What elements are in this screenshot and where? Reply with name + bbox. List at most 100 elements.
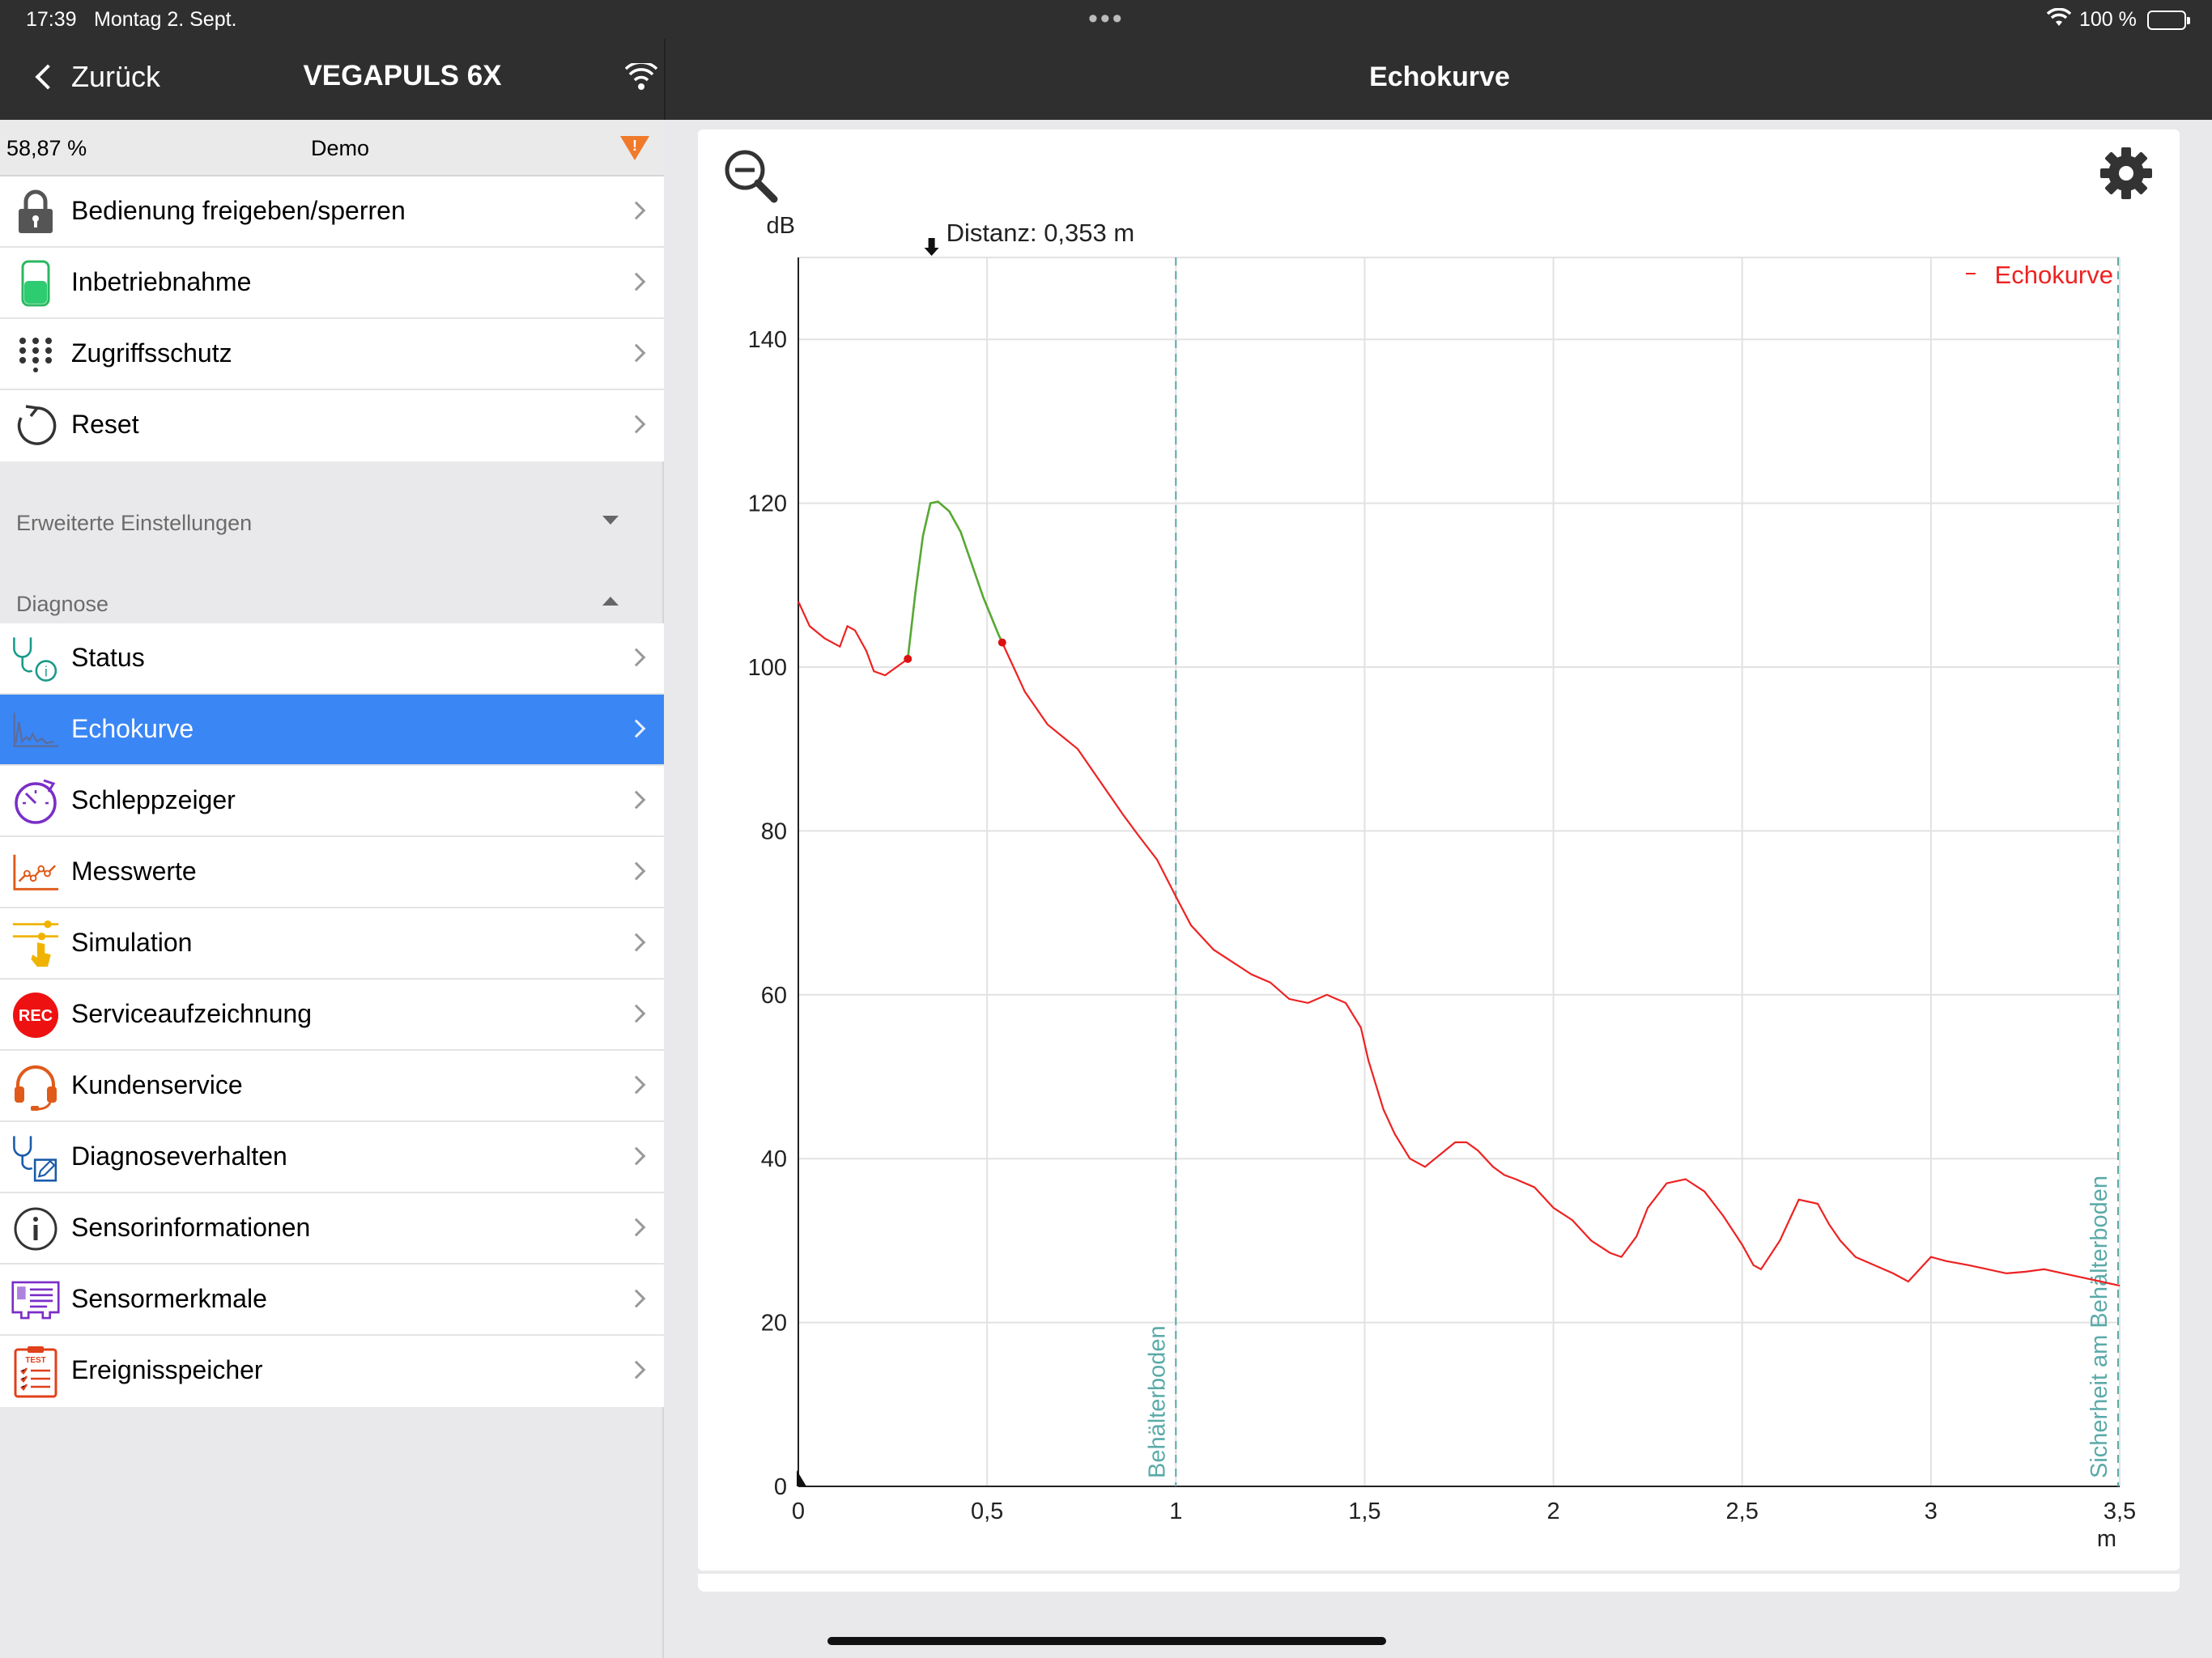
menu-item-label: Ereignisspeicher [71,1355,263,1384]
svg-text:i: i [45,663,48,679]
menu-item-label: Sensormerkmale [71,1284,267,1313]
menu-item-label: Messwerte [71,857,197,886]
menu-group-diagnosis: i Status Echokurve Schleppzeiger Messwer… [0,623,664,1407]
menu-item-reset[interactable]: Reset [0,390,664,461]
status-wifi-icon [2046,7,2072,33]
y-tick-label: 100 [748,655,787,681]
y-tick-label: 120 [748,491,787,517]
y-tick-label: 140 [748,327,787,353]
menu-item-sensor-features[interactable]: Sensormerkmale [0,1265,664,1336]
menu-item-label: Reset [71,410,139,439]
y-axis-label: dB [767,213,795,239]
menu-item-label: Simulation [71,928,193,957]
x-axis-label: m [2097,1526,2116,1552]
clipboard-icon-text: TEST [25,1356,46,1365]
status-bar: 17:39 Montag 2. Sept. ••• 100 % [0,0,2212,39]
info-icon [11,1205,60,1253]
sensor-features-icon [11,1276,60,1324]
sidebar: 58,87 % Demo ! Bedienung freigeben/sperr… [0,120,664,1658]
x-tick-label: 2 [1547,1499,1560,1524]
chart-grid [798,257,2121,1486]
chevron-right-icon [627,1218,646,1237]
stethoscope-edit-icon [11,1133,60,1182]
chevron-right-icon [627,1360,646,1380]
menu-item-label: Kundenservice [71,1070,243,1099]
echo-curve-chart[interactable]: Behälterboden Sicherheit am Behälterboden… [698,130,2180,1571]
left-nav-bar: Zurück VEGAPULS 6X [0,39,664,120]
menu-item-echo-curve[interactable]: Echokurve [0,695,664,766]
chart-series [798,500,2121,1287]
x-tick-label: 3 [1925,1499,1938,1524]
chart-axes [797,257,2120,1487]
stethoscope-info-icon: i [11,635,60,683]
lock-icon [11,188,60,236]
chevron-right-icon [627,1075,646,1095]
x-tick-label: 1 [1169,1499,1182,1524]
distance-arrow-icon [924,238,939,256]
echo-end-point [998,638,1006,647]
menu-item-peak-indicator[interactable]: Schleppzeiger [0,766,664,837]
headset-icon [11,1062,60,1111]
panel-footer-strip [698,1574,2180,1592]
x-tick-label: 2,5 [1726,1499,1759,1524]
menu-item-service-recording[interactable]: REC Serviceaufzeichnung [0,980,664,1051]
clipboard-test-icon: TEST [11,1346,60,1398]
annotation-label: Sicherheit am Behälterboden [2087,1175,2112,1478]
warning-icon[interactable]: ! [619,134,651,168]
stopwatch-icon [11,777,60,826]
caret-up-icon [602,597,619,606]
home-indicator[interactable] [827,1637,1386,1645]
menu-item-label: Schleppzeiger [71,785,236,814]
menu-item-commissioning[interactable]: Inbetriebnahme [0,248,664,319]
section-advanced-settings[interactable]: Erweiterte Einstellungen [0,461,664,542]
echo-start-point [904,654,912,663]
chart-annotations: Behälterboden Sicherheit am Behälterboden [1144,257,2119,1486]
rec-icon-text: REC [19,1007,53,1025]
status-date: Montag 2. Sept. [94,8,237,31]
chevron-right-icon [627,719,646,738]
y-tick-label: 40 [761,1146,787,1172]
menu-item-label: Sensorinformationen [71,1213,311,1242]
origin-marker [797,1470,806,1486]
annotation-label: Behälterboden [1144,1325,1170,1478]
menu-item-unlock[interactable]: Bedienung freigeben/sperren [0,176,664,248]
menu-item-label: Diagnoseverhalten [71,1141,287,1171]
echo-curve-panel: Behälterboden Sicherheit am Behälterboden… [698,130,2180,1571]
menu-item-diagnosis-behavior[interactable]: Diagnoseverhalten [0,1122,664,1193]
chevron-right-icon [627,201,646,220]
chevron-right-icon [627,1289,646,1308]
battery-icon [11,259,60,308]
menu-item-event-memory[interactable]: TEST Ereignisspeicher [0,1336,664,1407]
legend-label: Echokurve [1995,261,2113,289]
keypad-icon [11,330,60,379]
page-title: Echokurve [1369,62,1510,92]
distance-label: Distanz: 0,353 m [946,219,1135,247]
chevron-right-icon [627,1004,646,1023]
line-chart-icon [11,848,60,897]
chevron-right-icon [627,790,646,810]
echo-curve-line [798,500,2121,1287]
section-label: Diagnose [16,592,109,616]
menu-item-measured-values[interactable]: Messwerte [0,837,664,908]
battery-percent: 100 % [2079,8,2137,31]
menu-item-customer-service[interactable]: Kundenservice [0,1051,664,1122]
chevron-right-icon [627,933,646,952]
menu-item-simulation[interactable]: Simulation [0,908,664,980]
y-tick-label: 60 [761,983,787,1009]
menu-item-label: Serviceaufzeichnung [71,999,313,1028]
menu-item-label: Bedienung freigeben/sperren [71,196,406,225]
menu-item-label: Zugriffsschutz [71,338,232,368]
menu-item-status[interactable]: i Status [0,623,664,695]
chevron-right-icon [627,343,646,363]
device-info-bar: 58,87 % Demo ! [0,120,664,176]
multitask-dots-icon[interactable]: ••• [1088,3,1125,35]
section-diagnosis[interactable]: Diagnose [0,542,664,623]
y-tick-label: 20 [761,1311,787,1337]
chart-labels: 0 0,5 1 1,5 2 2,5 3 3,5 0 20 40 60 80 100 120 140 dB m Dis… [748,213,2137,1552]
section-label: Erweiterte Einstellungen [16,511,253,535]
battery-icon [2147,11,2190,30]
rec-icon: REC [11,991,60,1039]
menu-item-sensor-information[interactable]: Sensorinformationen [0,1193,664,1265]
wifi-connection-icon[interactable] [624,61,658,95]
menu-item-access-protection[interactable]: Zugriffsschutz [0,319,664,390]
